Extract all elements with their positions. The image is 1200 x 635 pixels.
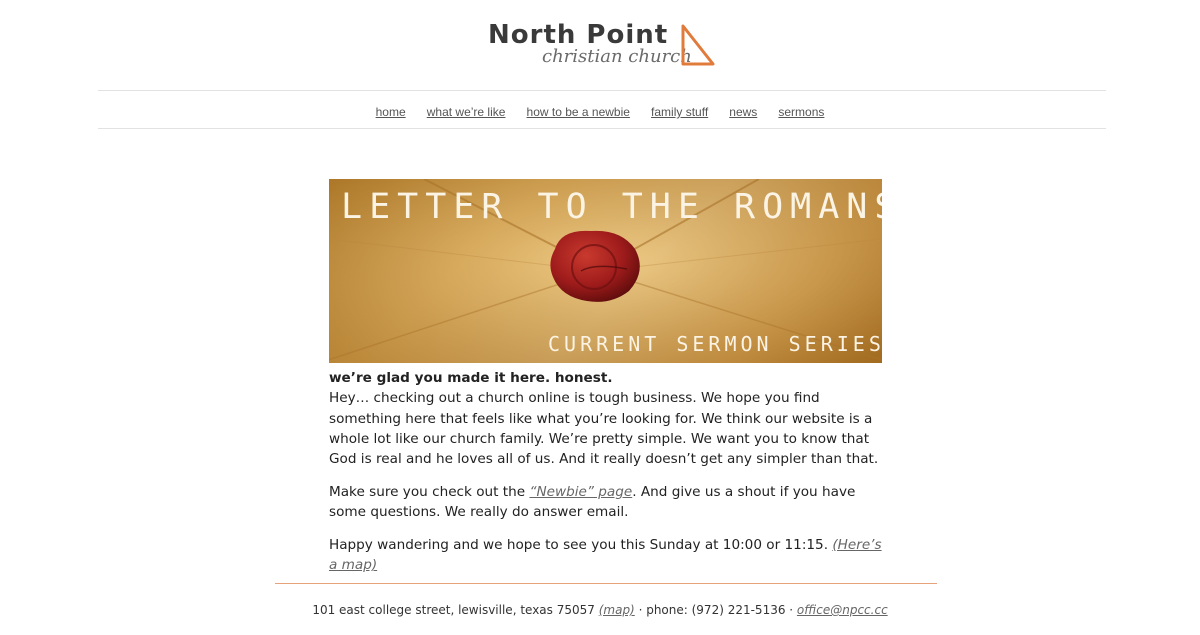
main-nav: home what we’re like how to be a newbie … (0, 101, 1200, 121)
footer-divider (275, 583, 937, 584)
visit-paragraph: Happy wandering and we hope to see you t… (329, 535, 882, 576)
welcome-paragraph: we’re glad you made it here. honest. Hey… (329, 368, 882, 469)
nav-top-divider (98, 90, 1106, 91)
nav-bottom-divider (98, 128, 1106, 129)
banner-title: LETTER TO THE ROMANS (341, 187, 882, 227)
footer-map-link[interactable]: (map) (599, 603, 635, 617)
nav-family-stuff[interactable]: family stuff (651, 102, 708, 122)
site-logo[interactable]: North Point christian church (486, 20, 718, 72)
nav-what-were-like[interactable]: what we’re like (427, 102, 506, 122)
nav-sermons[interactable]: sermons (778, 102, 824, 122)
footer-separator: · (785, 603, 797, 617)
newbie-page-link[interactable]: “Newbie” page (529, 484, 632, 500)
site-footer: 101 east college street, lewisville, tex… (0, 601, 1200, 619)
newbie-text-before: Make sure you check out the (329, 483, 530, 500)
newbie-paragraph: Make sure you check out the “Newbie” pag… (329, 482, 882, 523)
visit-text: Happy wandering and we hope to see you t… (329, 536, 833, 553)
nav-how-to-be-a-newbie[interactable]: how to be a newbie (527, 102, 630, 122)
sermon-series-banner[interactable]: LETTER TO THE ROMANS CURRENT SERMON SERI… (329, 179, 882, 363)
welcome-heading: we’re glad you made it here. honest. (329, 370, 613, 386)
nav-news[interactable]: news (729, 102, 757, 122)
nav-home[interactable]: home (376, 102, 406, 122)
footer-phone: phone: (972) 221-5136 (646, 603, 786, 617)
wax-seal-icon (550, 230, 640, 302)
welcome-section: we’re glad you made it here. honest. Hey… (329, 368, 882, 588)
footer-address: 101 east college street, lewisville, tex… (312, 603, 595, 617)
sail-logo-icon (681, 24, 715, 66)
welcome-text: Hey… checking out a church online is tou… (329, 390, 879, 468)
footer-separator: · (634, 603, 647, 617)
footer-email-link[interactable]: office@npcc.cc (797, 603, 888, 617)
logo-tagline: christian church (542, 46, 692, 67)
banner-subtitle: CURRENT SERMON SERIES (548, 332, 882, 356)
